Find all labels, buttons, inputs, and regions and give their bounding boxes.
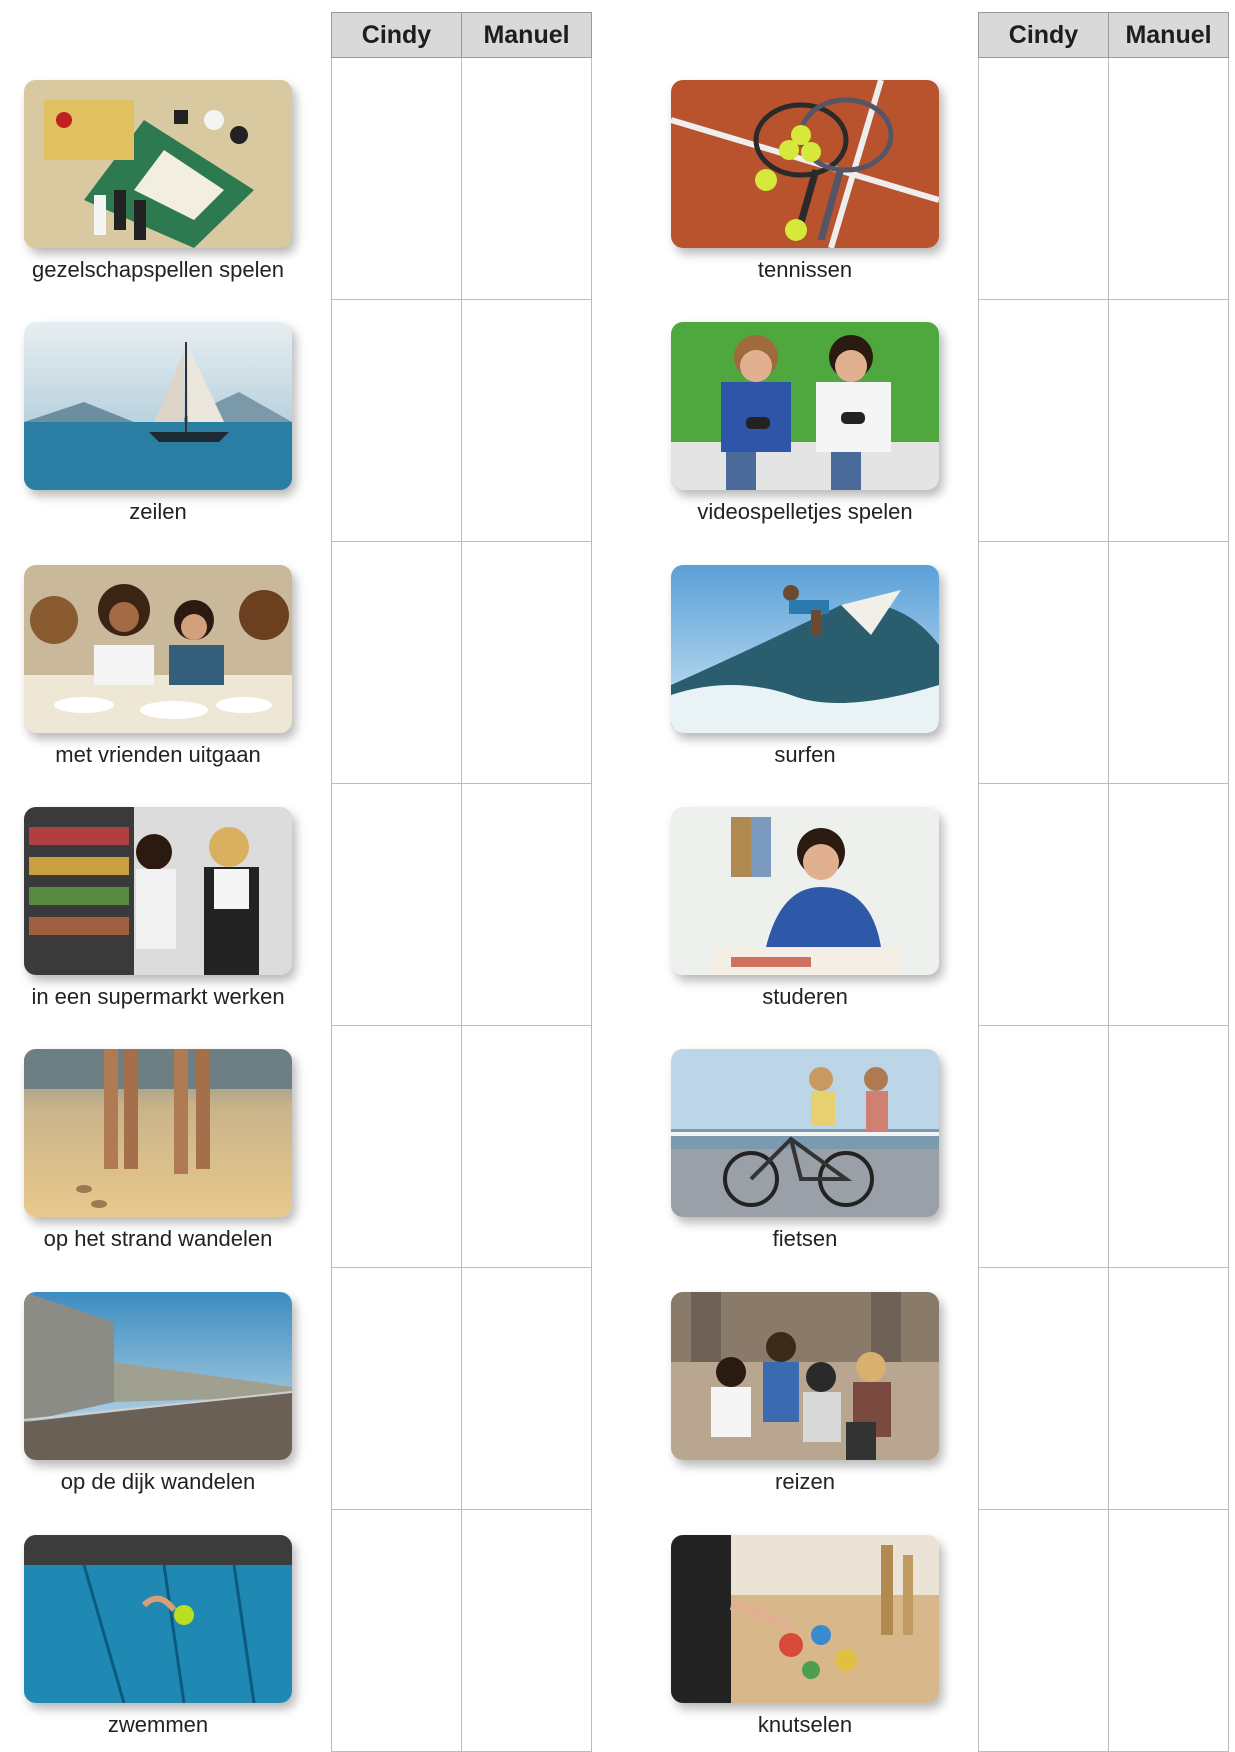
activity-label: videospelletjes spelen: [697, 499, 913, 524]
column-header-manuel: Manuel: [461, 12, 592, 58]
activity-studying: studeren: [655, 807, 955, 1011]
left-answer-table: Cindy Manuel: [331, 12, 592, 1752]
table-row: [331, 1267, 592, 1510]
board-games-photo: [24, 80, 292, 248]
activity-label: zeilen: [129, 499, 187, 524]
tennis-photo: [671, 80, 939, 248]
answer-cell-cindy[interactable]: [331, 783, 462, 1026]
answer-cell-cindy[interactable]: [331, 57, 462, 300]
answer-cell-cindy[interactable]: [331, 1025, 462, 1268]
activity-dike-walk: op de dijk wandelen: [8, 1292, 308, 1496]
table-row: [331, 541, 592, 784]
answer-cell-manuel[interactable]: [1108, 783, 1229, 1026]
video-games-photo: [671, 322, 939, 490]
activity-travelling: reizen: [655, 1292, 955, 1496]
activity-beach-walk: op het strand wandelen: [8, 1049, 308, 1253]
column-header-cindy: Cindy: [978, 12, 1109, 58]
answer-cell-cindy[interactable]: [331, 541, 462, 784]
answer-cell-cindy[interactable]: [978, 299, 1109, 542]
column-header-cindy: Cindy: [331, 12, 462, 58]
table-row: [978, 299, 1229, 542]
activity-label: knutselen: [757, 1712, 853, 1737]
answer-cell-cindy[interactable]: [978, 1267, 1109, 1510]
table-row: [331, 57, 592, 300]
answer-cell-manuel[interactable]: [1108, 57, 1229, 300]
activity-label: studeren: [762, 984, 848, 1009]
right-answer-table: Cindy Manuel: [978, 12, 1229, 1752]
table-row: [978, 57, 1229, 300]
table-header-row: Cindy Manuel: [978, 12, 1229, 58]
activity-tennis: tennissen: [655, 80, 955, 284]
activity-label: fietsen: [772, 1226, 838, 1251]
activity-label: met vrienden uitgaan: [55, 742, 261, 767]
answer-cell-manuel[interactable]: [1108, 299, 1229, 542]
table-row: [331, 1025, 592, 1268]
answer-cell-manuel[interactable]: [461, 57, 592, 300]
surfing-photo: [671, 565, 939, 733]
answer-cell-cindy[interactable]: [978, 1509, 1109, 1752]
sailing-photo: [24, 322, 292, 490]
activity-label: gezelschapspellen spelen: [32, 257, 284, 282]
answer-cell-manuel[interactable]: [1108, 541, 1229, 784]
crafting-photo: [671, 1535, 939, 1703]
answer-cell-manuel[interactable]: [461, 1025, 592, 1268]
activity-label: tennissen: [757, 257, 853, 282]
answer-cell-manuel[interactable]: [1108, 1509, 1229, 1752]
answer-cell-cindy[interactable]: [978, 783, 1109, 1026]
beach-walk-photo: [24, 1049, 292, 1217]
table-row: [331, 783, 592, 1026]
table-header-row: Cindy Manuel: [331, 12, 592, 58]
activity-label: zwemmen: [107, 1712, 209, 1737]
answer-cell-cindy[interactable]: [978, 541, 1109, 784]
activity-label: in een supermarkt werken: [31, 984, 285, 1009]
answer-cell-cindy[interactable]: [331, 1509, 462, 1752]
activity-label: surfen: [774, 742, 836, 767]
table-row: [331, 1509, 592, 1752]
activity-label: op de dijk wandelen: [60, 1469, 256, 1494]
activity-board-games: gezelschapspellen spelen: [8, 80, 308, 284]
answer-cell-cindy[interactable]: [978, 57, 1109, 300]
activity-going-out: met vrienden uitgaan: [8, 565, 308, 769]
answer-cell-cindy[interactable]: [978, 1025, 1109, 1268]
answer-cell-manuel[interactable]: [1108, 1025, 1229, 1268]
swimming-photo: [24, 1535, 292, 1703]
activity-label: reizen: [775, 1469, 835, 1494]
studying-photo: [671, 807, 939, 975]
answer-cell-manuel[interactable]: [461, 541, 592, 784]
activity-video-games: videospelletjes spelen: [655, 322, 955, 526]
going-out-photo: [24, 565, 292, 733]
column-header-manuel: Manuel: [1108, 12, 1229, 58]
activity-surfing: surfen: [655, 565, 955, 769]
table-row: [978, 541, 1229, 784]
activity-swimming: zwemmen: [8, 1535, 308, 1739]
activity-sailing: zeilen: [8, 322, 308, 526]
activity-supermarket-work: in een supermarkt werken: [8, 807, 308, 1011]
cycling-photo: [671, 1049, 939, 1217]
activity-cycling: fietsen: [655, 1049, 955, 1253]
answer-cell-cindy[interactable]: [331, 1267, 462, 1510]
table-row: [978, 1267, 1229, 1510]
table-row: [978, 783, 1229, 1026]
answer-cell-manuel[interactable]: [461, 783, 592, 1026]
table-row: [978, 1025, 1229, 1268]
supermarket-photo: [24, 807, 292, 975]
answer-cell-manuel[interactable]: [461, 1509, 592, 1752]
answer-cell-manuel[interactable]: [461, 1267, 592, 1510]
answer-cell-manuel[interactable]: [1108, 1267, 1229, 1510]
dike-walk-photo: [24, 1292, 292, 1460]
table-row: [331, 299, 592, 542]
travelling-photo: [671, 1292, 939, 1460]
answer-cell-cindy[interactable]: [331, 299, 462, 542]
activity-label: op het strand wandelen: [43, 1226, 273, 1251]
answer-cell-manuel[interactable]: [461, 299, 592, 542]
activity-crafting: knutselen: [655, 1535, 955, 1739]
table-row: [978, 1509, 1229, 1752]
